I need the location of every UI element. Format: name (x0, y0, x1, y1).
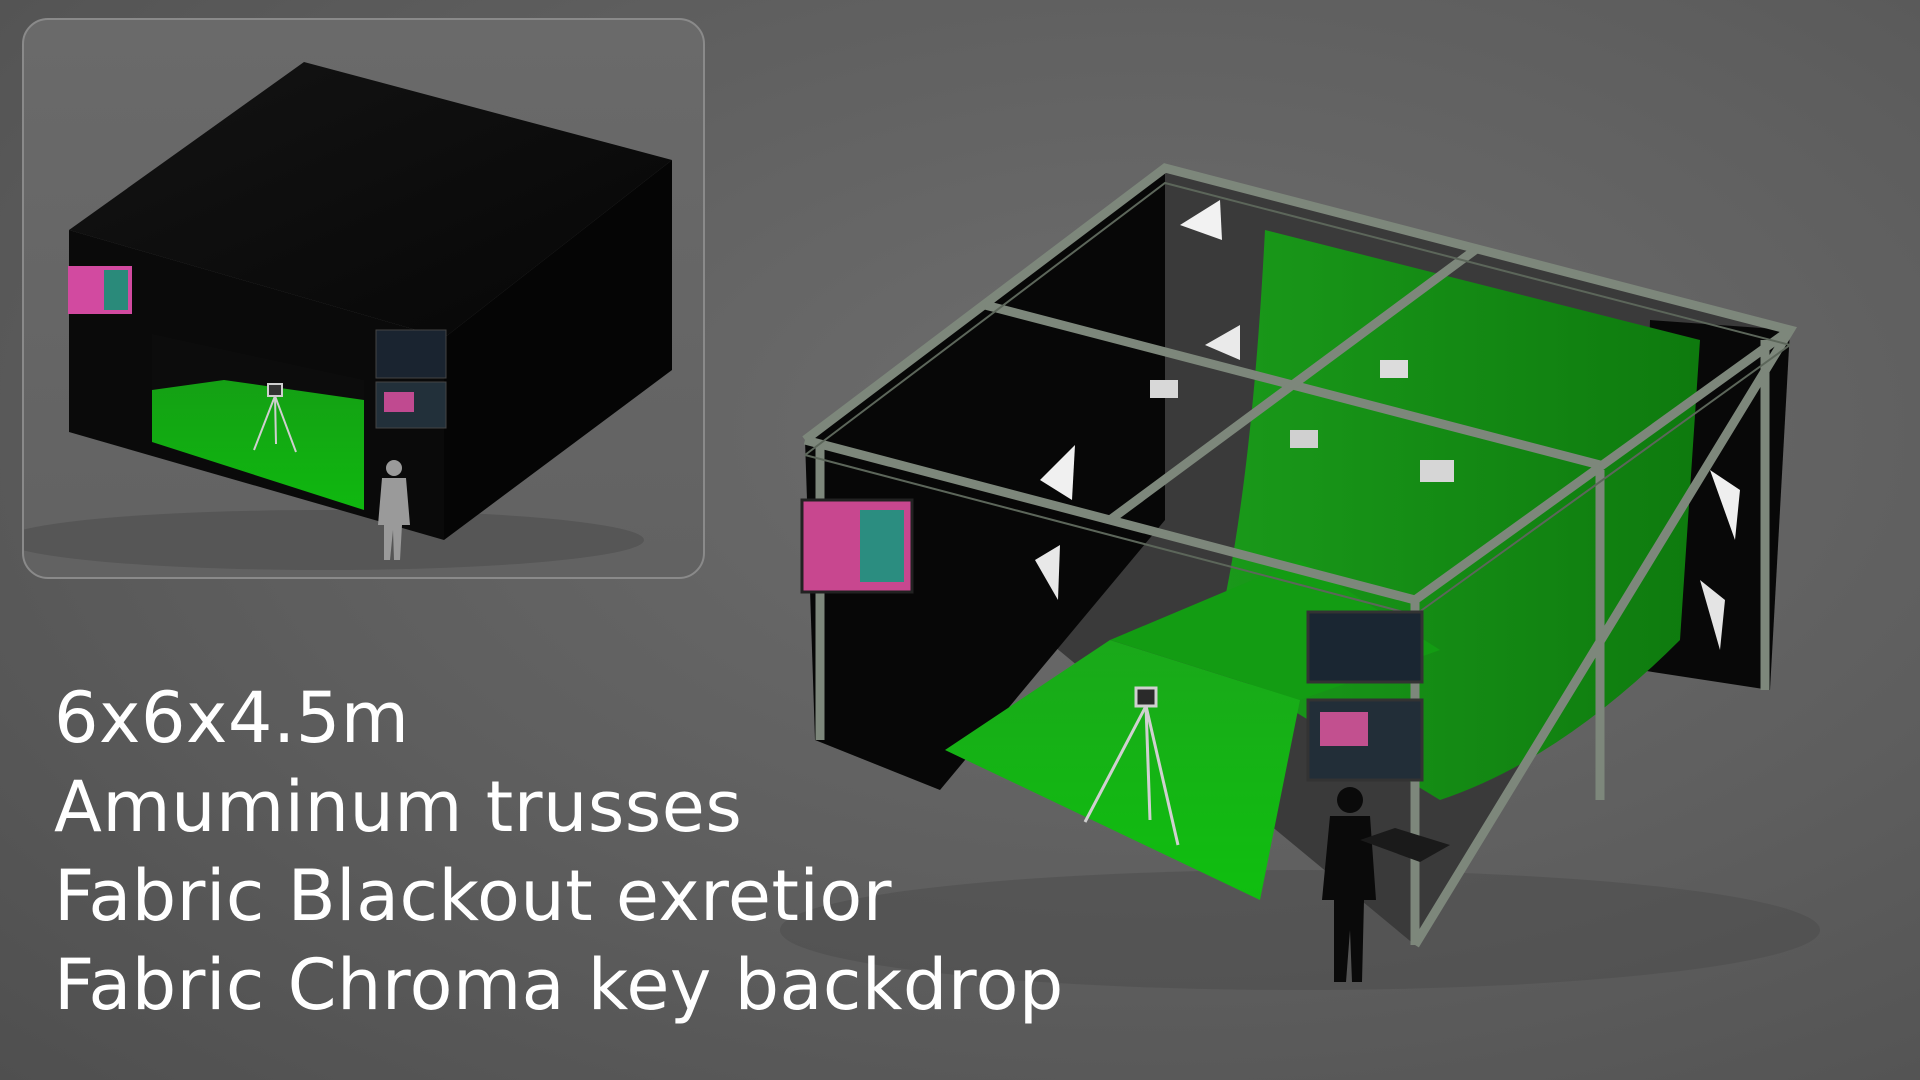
monitor-screen-icon (1306, 698, 1424, 782)
spec-dimensions: 6x6x4.5m (54, 677, 410, 759)
camera-tripod-icon (1083, 686, 1180, 846)
softbox-light-icon (1035, 545, 1060, 600)
softbox-light-icon (1205, 325, 1240, 360)
control-desk (1360, 828, 1450, 862)
softbox-light-icon (1700, 580, 1725, 650)
blackout-wall-right (1640, 320, 1790, 690)
led-panel-light-icon (1420, 460, 1454, 482)
chroma-key-backdrop (1210, 230, 1700, 800)
led-panel-light-icon (1150, 380, 1178, 398)
softbox-light-icon (1180, 200, 1222, 240)
truss-lattice (804, 181, 1791, 616)
monitor-screen-detail (860, 510, 904, 582)
softbox-light-icon (1710, 470, 1740, 540)
person-silhouette-icon (1322, 787, 1376, 982)
monitor-screen-detail (1320, 712, 1368, 746)
spec-trusses: Amuminum trusses (54, 766, 743, 848)
enclosed-studio-inset (22, 18, 705, 579)
monitor-screen-icon (1306, 610, 1424, 684)
spec-exterior: Fabric Blackout exretior (54, 855, 892, 937)
ground-shadow (24, 510, 644, 570)
spec-caption: 6x6x4.5m Amuminum trusses Fabric Blackou… (54, 674, 1064, 1030)
monitor-screen-icon (800, 498, 914, 594)
monitor-screen-icon (375, 329, 447, 379)
led-panel-light-icon (1380, 360, 1408, 378)
softbox-light-icon (1040, 445, 1075, 500)
blackout-box-render (24, 62, 672, 570)
monitor-screen-detail (384, 392, 414, 412)
green-floor (152, 380, 364, 510)
chroma-key-floor-back (1110, 560, 1440, 700)
monitor-screen-detail (104, 270, 128, 310)
led-panel-light-icon (1290, 430, 1318, 448)
spec-backdrop: Fabric Chroma key backdrop (54, 944, 1064, 1026)
